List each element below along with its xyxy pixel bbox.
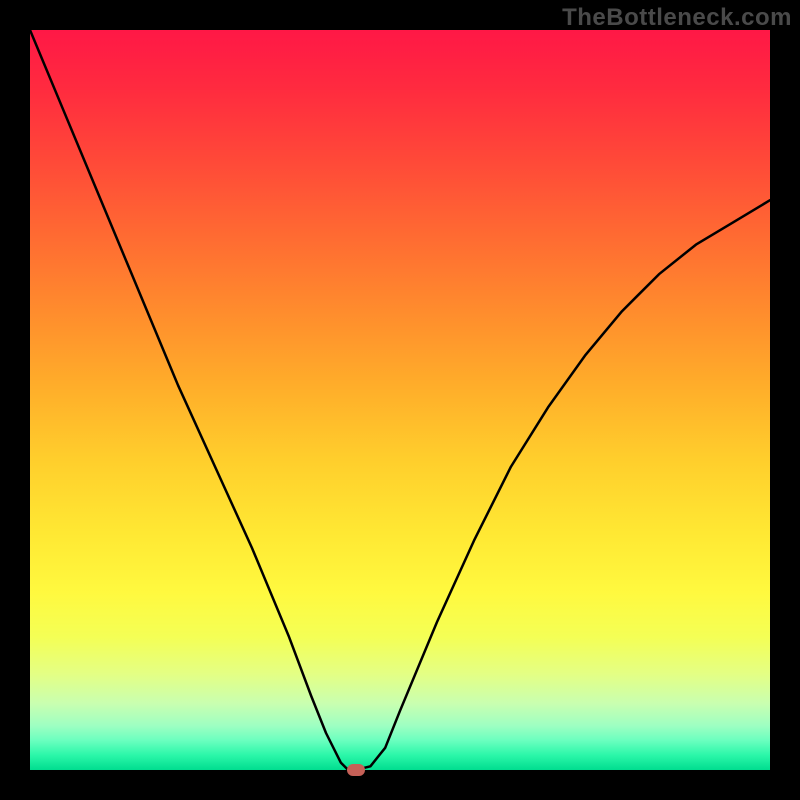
chart-frame: TheBottleneck.com bbox=[0, 0, 800, 800]
attribution-label: TheBottleneck.com bbox=[562, 4, 792, 32]
plot-area bbox=[30, 30, 770, 770]
bottleneck-curve bbox=[30, 30, 770, 770]
optimum-marker bbox=[347, 764, 365, 776]
curve-svg bbox=[30, 30, 770, 770]
